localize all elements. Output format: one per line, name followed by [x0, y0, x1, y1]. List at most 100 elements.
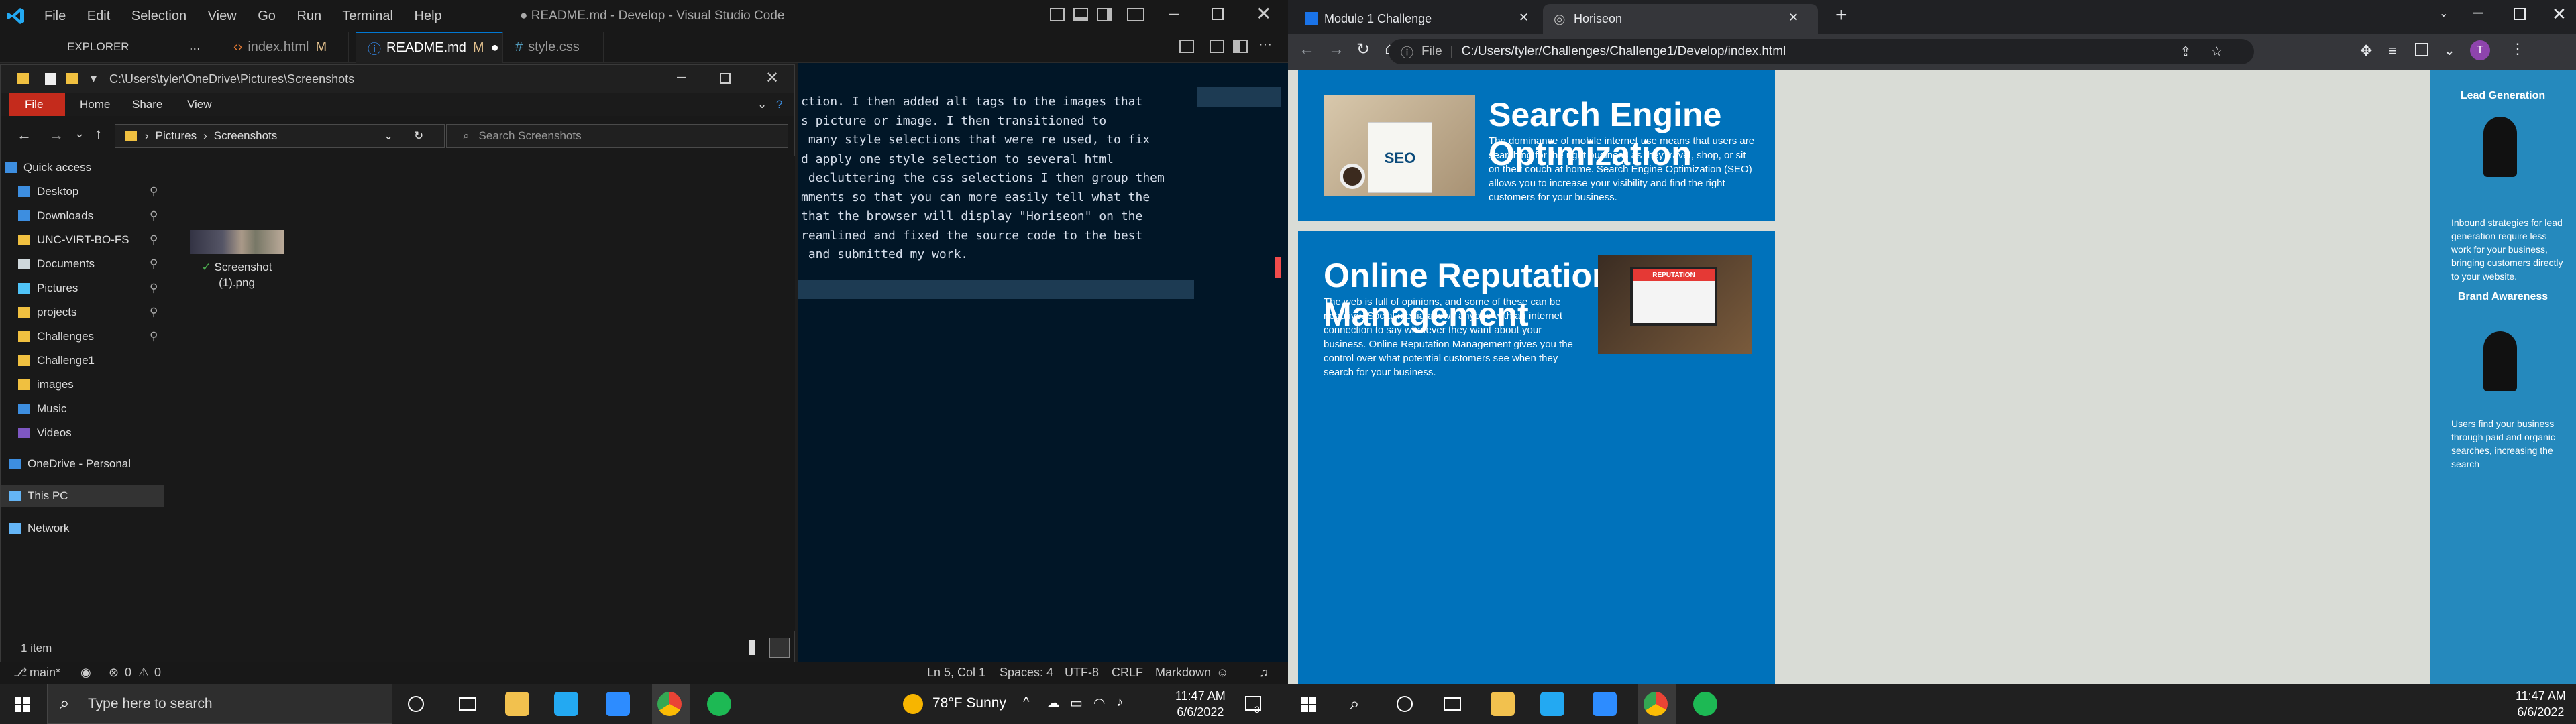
explorer-address-bar[interactable]: › Pictures › Screenshots ⌄ ↻: [115, 124, 445, 148]
pin-icon[interactable]: ⚲: [150, 257, 158, 271]
nav-item-unc-virt-bo-fs[interactable]: UNC-VIRT-BO-FS ⚲: [1, 229, 164, 251]
errors-icon[interactable]: ⊗: [109, 666, 119, 680]
customize-layout-icon[interactable]: [1127, 8, 1144, 21]
onedrive-icon[interactable]: ☁: [1046, 695, 1060, 711]
sun-icon[interactable]: [903, 694, 923, 714]
network-icon[interactable]: ▭: [1070, 695, 1083, 711]
chrome-address-bar[interactable]: ⓘ File | C:/Users/tyler/Challenges/Chall…: [1389, 39, 2254, 64]
explorer-search-box[interactable]: ⌕ Search Screenshots: [446, 124, 788, 148]
unsaved-dot-icon[interactable]: ●: [491, 40, 499, 56]
task-view-icon[interactable]: [1444, 697, 1461, 711]
nav-item-downloads[interactable]: Downloads ⚲: [1, 204, 164, 227]
taskbar-clock[interactable]: 11:47 AM 6/6/2022: [2516, 688, 2566, 720]
quick-access-dropdown-icon[interactable]: ▾: [91, 72, 97, 86]
maximize-icon[interactable]: [720, 73, 731, 84]
nav-item-music[interactable]: Music: [1, 398, 164, 420]
nav-item-challenge1[interactable]: Challenge1: [1, 349, 164, 372]
up-arrow-icon[interactable]: ↑: [95, 125, 102, 143]
spotify-taskbar-icon[interactable]: [1693, 692, 1717, 716]
taskbar-search-box[interactable]: ⌕ Type here to search: [47, 684, 392, 724]
explorer-file-view[interactable]: ✓ Screenshot (1).png: [164, 156, 795, 631]
show-hidden-icons-icon[interactable]: ^: [1023, 695, 1029, 710]
file-thumbnail[interactable]: [190, 230, 284, 254]
menu-selection[interactable]: Selection: [131, 9, 186, 23]
language-mode[interactable]: Markdown: [1155, 666, 1211, 680]
feedback-icon[interactable]: ☺: [1216, 666, 1228, 680]
branch-icon[interactable]: ⎇: [13, 666, 28, 680]
explorer-more-icon[interactable]: ...: [189, 38, 201, 54]
pin-icon[interactable]: ⚲: [150, 306, 158, 319]
warnings-count[interactable]: 0: [154, 666, 161, 680]
windows-start-icon[interactable]: [1301, 697, 1316, 712]
close-icon[interactable]: ✕: [1256, 3, 1271, 25]
forward-arrow-icon[interactable]: →: [49, 127, 64, 144]
breadcrumb-screenshots[interactable]: Screenshots: [214, 129, 278, 143]
horiseon-page[interactable]: SEO Search Engine Optimization The domin…: [1288, 70, 2576, 684]
nav-item-onedrive-personal[interactable]: OneDrive - Personal: [1, 452, 164, 475]
nav-item-videos[interactable]: Videos: [1, 422, 164, 444]
share-icon[interactable]: ⇪: [2180, 44, 2191, 60]
editor-area[interactable]: ction. I then added alt tags to the imag…: [798, 63, 1288, 663]
address-dropdown-icon[interactable]: ⌄: [384, 129, 393, 143]
large-icons-view-icon[interactable]: [769, 638, 790, 658]
live-share-icon[interactable]: ◉: [80, 666, 91, 680]
recent-locations-icon[interactable]: ⌄: [74, 127, 85, 141]
indentation[interactable]: Spaces: 4: [1000, 666, 1053, 680]
pin-icon[interactable]: ⚲: [150, 209, 158, 223]
new-tab-icon[interactable]: +: [1835, 4, 1847, 27]
cortana-icon[interactable]: [408, 696, 424, 712]
reload-icon[interactable]: ↻: [1356, 40, 1370, 59]
ribbon-file[interactable]: File: [9, 93, 65, 116]
extensions-icon[interactable]: ✥: [2360, 42, 2372, 60]
forward-arrow-icon[interactable]: →: [1328, 40, 1344, 59]
chrome-tab-horiseon[interactable]: ◎ Horiseon ✕: [1543, 4, 1818, 34]
zoom-taskbar-icon[interactable]: [606, 692, 630, 716]
menu-run[interactable]: Run: [297, 9, 321, 23]
menu-file[interactable]: File: [44, 9, 66, 23]
minimize-icon[interactable]: –: [677, 68, 686, 86]
side-panel-icon[interactable]: [2415, 43, 2428, 56]
split-editor-icon[interactable]: [1233, 40, 1248, 53]
errors-count[interactable]: 0: [125, 666, 131, 680]
wifi-icon[interactable]: ◠: [1093, 695, 1105, 711]
weather-text[interactable]: 78°F Sunny: [932, 695, 1006, 711]
close-icon[interactable]: ✕: [2552, 4, 2567, 25]
nav-item-pictures[interactable]: Pictures ⚲: [1, 277, 164, 300]
ribbon-home[interactable]: Home: [80, 98, 110, 111]
menu-help[interactable]: Help: [415, 9, 442, 23]
vscode-taskbar-icon[interactable]: [554, 692, 578, 716]
details-view-icon[interactable]: [749, 640, 755, 655]
pin-icon[interactable]: ⚲: [150, 185, 158, 198]
windows-start-icon[interactable]: [15, 697, 30, 712]
tab-index-html[interactable]: ‹› index.html M: [221, 32, 349, 63]
close-tab-icon[interactable]: ✕: [1519, 11, 1529, 25]
restore-icon[interactable]: [1212, 8, 1224, 20]
cursor-position[interactable]: Ln 5, Col 1: [927, 666, 985, 680]
tab-search-icon[interactable]: ⌄: [2443, 42, 2455, 59]
bookmark-star-icon[interactable]: ☆: [2211, 44, 2222, 60]
file-explorer-taskbar-icon[interactable]: [505, 692, 529, 716]
menu-edit[interactable]: Edit: [87, 9, 110, 23]
back-arrow-icon[interactable]: ←: [17, 127, 32, 144]
taskbar-clock[interactable]: 11:47 AM 6/6/2022: [1175, 688, 1226, 720]
warning-icon[interactable]: ⚠: [138, 666, 149, 680]
volume-icon[interactable]: ♪: [1116, 695, 1123, 710]
chrome-menu-icon[interactable]: ⋮: [2510, 40, 2525, 58]
minimize-icon[interactable]: –: [2473, 1, 2483, 22]
new-folder-icon[interactable]: [66, 73, 78, 84]
file-explorer-taskbar-icon[interactable]: [1491, 692, 1515, 716]
media-controls-icon[interactable]: ≡: [2388, 42, 2397, 60]
help-icon[interactable]: ?: [776, 98, 782, 111]
bell-icon[interactable]: ♫: [1259, 666, 1269, 680]
zoom-taskbar-icon[interactable]: [1593, 692, 1617, 716]
nav-item-this-pc[interactable]: This PC: [1, 485, 164, 507]
vscode-taskbar-icon[interactable]: [1540, 692, 1564, 716]
close-icon[interactable]: ✕: [765, 68, 779, 88]
nav-item-network[interactable]: Network: [1, 517, 164, 540]
toggle-secondary-sidebar-icon[interactable]: [1097, 8, 1112, 21]
pin-icon[interactable]: ⚲: [150, 233, 158, 247]
task-view-icon[interactable]: [459, 697, 476, 711]
nav-item-projects[interactable]: projects ⚲: [1, 301, 164, 324]
nav-item-images[interactable]: images: [1, 373, 164, 396]
chrome-tab-module-1[interactable]: Module 1 Challenge ✕: [1293, 4, 1542, 34]
